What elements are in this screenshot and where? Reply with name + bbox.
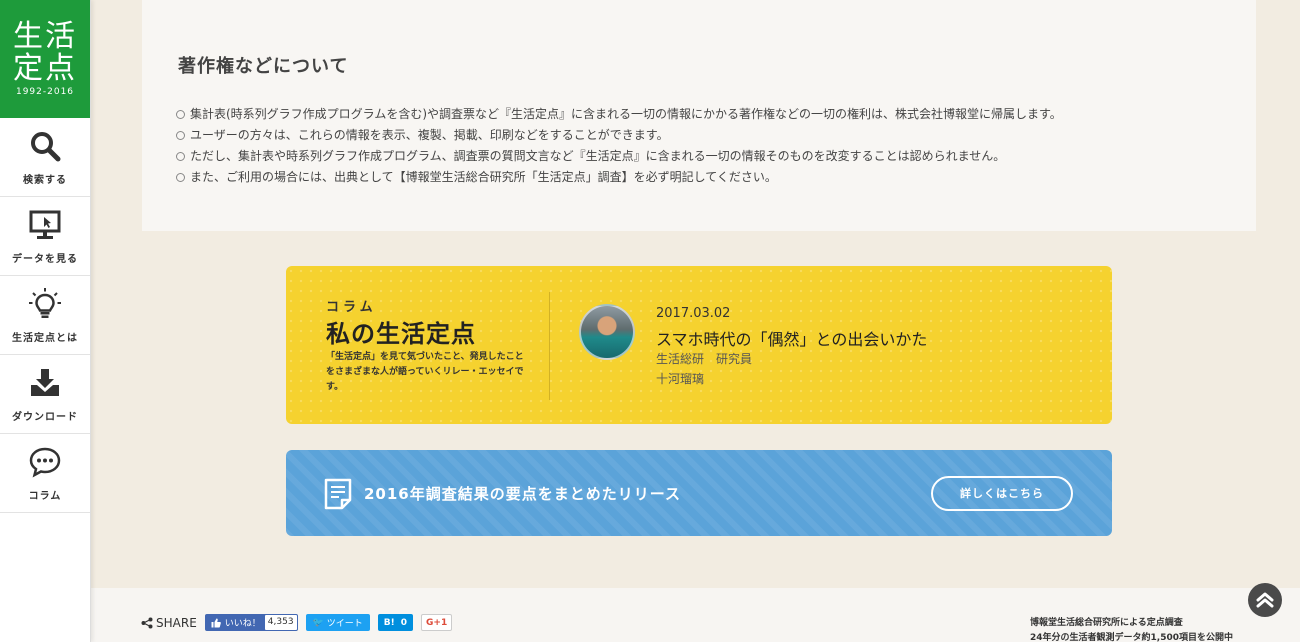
author-organization: 生活総研 研究員	[656, 352, 753, 366]
footer-info-line-1: 博報堂生活総合研究所による定点調査	[1030, 618, 1183, 628]
list-item: また、ご利用の場合には、出典として【博報堂生活総合研究所「生活定点」調査】を必ず…	[176, 167, 1062, 188]
logo-line-2: 定点	[13, 51, 77, 86]
facebook-like-count: 4,353	[264, 615, 297, 630]
footer: SHARE いいね！ 4,353 🐦 ツイート B! 0 G+1 博報堂生活総合…	[91, 588, 1300, 642]
share-text: SHARE	[156, 615, 197, 630]
chat-bubble-icon	[29, 447, 61, 477]
sidebar-item-search[interactable]: 検索する	[0, 118, 90, 197]
chevron-up-icon	[1256, 592, 1274, 608]
sidebar-item-label: 生活定点とは	[12, 332, 78, 344]
hatena-label: B!	[383, 617, 395, 628]
logo-text: 生活 定点	[13, 21, 77, 85]
tweet-label: ツイート	[326, 619, 363, 629]
column-title: 私の生活定点	[326, 320, 476, 348]
sidebar-item-label: データを見る	[12, 253, 78, 265]
back-to-top-button[interactable]	[1248, 583, 1282, 617]
document-icon	[324, 478, 352, 510]
release-banner[interactable]: 2016年調査結果の要点をまとめたリリース 詳しくはこちら	[286, 450, 1112, 536]
sidebar-item-data[interactable]: データを見る	[0, 197, 90, 276]
list-item: 集計表(時系列グラフ作成プログラムを含む)や調査票など『生活定点』に含まれる一切…	[176, 104, 1062, 125]
sidebar: 生活 定点 1992-2016 検索する データを見る 生活定点とは ダウンロー…	[0, 0, 91, 642]
section-title: 著作権などについて	[178, 56, 349, 77]
facebook-like-button[interactable]: いいね！ 4,353	[204, 614, 298, 631]
share-icon	[141, 617, 153, 628]
list-item: ユーザーの方々は、これらの情報を表示、複製、掲載、印刷などをすることができます。	[176, 125, 1062, 146]
sidebar-item-about[interactable]: 生活定点とは	[0, 276, 90, 355]
column-card[interactable]: コラム 私の生活定点 「生活定点」を見て気づいたこと、発見したことをさまざまな人…	[286, 266, 1112, 424]
tweet-button[interactable]: 🐦 ツイート	[305, 614, 370, 631]
footer-info-line-2: 24年分の生活者観測データ約1,500項目を公開中	[1030, 633, 1233, 642]
copyright-section: 著作権などについて 集計表(時系列グラフ作成プログラムを含む)や調査票など『生活…	[142, 0, 1256, 231]
google-plus-button[interactable]: G+1	[421, 614, 453, 631]
sidebar-item-download[interactable]: ダウンロード	[0, 355, 90, 434]
copyright-list: 集計表(時系列グラフ作成プログラムを含む)や調査票など『生活定点』に含まれる一切…	[176, 104, 1062, 188]
details-button[interactable]: 詳しくはこちら	[931, 476, 1073, 511]
hatena-bookmark-button[interactable]: B! 0	[377, 614, 414, 631]
search-icon	[31, 131, 61, 161]
author-name: 十河瑠璃	[656, 372, 705, 386]
thumbs-up-icon	[211, 618, 221, 627]
logo-line-1: 生活	[13, 19, 77, 54]
site-logo[interactable]: 生活 定点 1992-2016	[0, 0, 90, 118]
divider	[549, 292, 550, 400]
sidebar-item-label: 検索する	[23, 174, 67, 186]
facebook-like-label: いいね！	[224, 619, 261, 629]
column-description: 「生活定点」を見て気づいたこと、発見したことをさまざまな人が語っていくリレー・エ…	[326, 352, 524, 392]
logo-years: 1992-2016	[15, 87, 75, 97]
share-label: SHARE	[141, 616, 197, 630]
share-bar: SHARE いいね！ 4,353 🐦 ツイート B! 0 G+1	[141, 614, 453, 631]
author-avatar[interactable]	[579, 304, 635, 360]
sidebar-item-column[interactable]: コラム	[0, 434, 90, 513]
monitor-icon	[29, 210, 61, 239]
article-date: 2017.03.02	[656, 306, 731, 321]
hatena-count: 0	[400, 617, 408, 628]
twitter-bird-icon: 🐦	[312, 617, 324, 628]
sidebar-item-label: ダウンロード	[12, 411, 78, 423]
footer-info: 博報堂生活総合研究所による定点調査 24年分の生活者観測データ約1,500項目を…	[1030, 616, 1233, 642]
download-icon	[31, 368, 59, 396]
article-title-link[interactable]: スマホ時代の「偶然」との出会いかた	[656, 326, 927, 350]
lightbulb-icon	[29, 287, 61, 318]
column-kicker: コラム	[326, 300, 377, 315]
sidebar-item-label: コラム	[28, 490, 62, 502]
list-item: ただし、集計表や時系列グラフ作成プログラム、調査票の質問文言など『生活定点』に含…	[176, 146, 1062, 167]
release-title: 2016年調査結果の要点をまとめたリリース	[364, 485, 681, 503]
